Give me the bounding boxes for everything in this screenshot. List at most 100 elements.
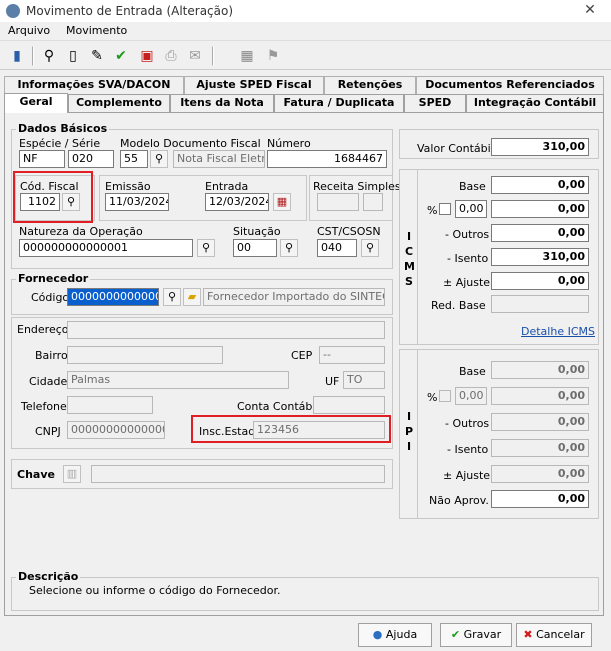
uf-label: UF [325, 375, 340, 388]
edit-icon[interactable]: ✎ [86, 45, 108, 67]
icms-base-input[interactable]: 0,00 [491, 176, 589, 194]
ipi-title: I P I [404, 409, 414, 454]
especie-input[interactable]: NF [19, 150, 65, 168]
menu-arquivo[interactable]: Arquivo [8, 24, 50, 37]
cst-search-icon[interactable]: ⚲ [361, 239, 379, 257]
barcode-icon: ▥ [63, 465, 81, 483]
tab-geral[interactable]: Geral [4, 93, 68, 113]
print-icon[interactable]: ⎙ [160, 45, 182, 67]
cidade-label: Cidade [29, 375, 68, 388]
icms-outros-input[interactable]: 0,00 [491, 224, 589, 242]
fornecedor-codigo-input[interactable]: 00000000000000 [67, 288, 159, 306]
tab-retencoes[interactable]: Retenções [324, 76, 416, 94]
tools-icon[interactable]: ⚑ [262, 45, 284, 67]
icms-isento-input[interactable]: 310,00 [491, 248, 589, 266]
modelo-label: Modelo Documento Fiscal [120, 137, 261, 150]
delete-icon[interactable]: ▣ [136, 45, 158, 67]
cst-label: CST/CSOSN [317, 225, 381, 238]
tab-informacoes-sva[interactable]: Informações SVA/DACON [4, 76, 184, 94]
fornecedor-nome: Fornecedor Importado do SINTEGRA [203, 288, 385, 306]
emissao-input[interactable]: 11/03/2024 [105, 193, 169, 211]
valor-contabil-input[interactable]: 310,00 [491, 138, 589, 156]
calendar-icon[interactable]: ▦ [273, 193, 291, 211]
telefone-input [67, 396, 153, 414]
icms-title-letter: I [406, 230, 412, 243]
natureza-input[interactable]: 000000000000001 [19, 239, 193, 257]
icms-title-letter: M [404, 260, 415, 273]
insc-estadual-highlight [191, 415, 391, 443]
tab-ajuste-sped[interactable]: Ajuste SPED Fiscal [184, 76, 324, 94]
geral-panel: Dados Básicos Espécie / Série NF 020 Mod… [4, 112, 604, 616]
especie-serie-label: Espécie / Série [19, 137, 101, 150]
serie-input[interactable]: 020 [68, 150, 114, 168]
icms-title: I C M S [404, 229, 415, 289]
situacao-search-icon[interactable]: ⚲ [280, 239, 298, 257]
tab-fatura-duplicata[interactable]: Fatura / Duplicata [274, 94, 404, 112]
menu-movimento[interactable]: Movimento [66, 24, 127, 37]
fornecedor-legend: Fornecedor [16, 272, 91, 285]
chave-input [91, 465, 385, 483]
icms-pct-checkbox[interactable] [439, 203, 451, 215]
situacao-input[interactable]: 00 [233, 239, 277, 257]
ipi-ajuste-input: 0,00 [491, 465, 589, 483]
ipi-title-letter: I [406, 410, 412, 423]
ipi-ajuste-label: ± Ajuste [443, 469, 491, 482]
fornecedor-search-icon[interactable]: ⚲ [163, 288, 181, 306]
icms-ajuste-label: ± Ajuste [443, 276, 491, 289]
ipi-isento-input: 0,00 [491, 439, 589, 457]
icms-isento-label: - Isento [447, 252, 489, 265]
close-icon[interactable]: ✕ [580, 2, 600, 20]
tab-itens-da-nota[interactable]: Itens da Nota [170, 94, 274, 112]
tab-sped[interactable]: SPED [404, 94, 466, 112]
ipi-divider [417, 349, 418, 519]
detalhe-icms-link[interactable]: Detalhe ICMS [521, 325, 595, 338]
ipi-outros-input: 0,00 [491, 413, 589, 431]
ipi-pct-label: % [427, 391, 438, 404]
calculator-icon[interactable]: ▦ [236, 45, 258, 67]
confirm-icon[interactable]: ✔ [110, 45, 132, 67]
endereco-input [67, 321, 385, 339]
toolbar: ▮ ⚲ ▯ ✎ ✔ ▣ ⎙ ✉ ▦ ⚑ [0, 40, 611, 70]
exit-icon[interactable]: ▮ [6, 45, 28, 67]
natureza-search-icon[interactable]: ⚲ [197, 239, 215, 257]
telefone-label: Telefone [21, 400, 67, 413]
new-document-icon[interactable]: ▯ [62, 45, 84, 67]
codigo-label: Código [31, 291, 70, 304]
mail-icon[interactable]: ✉ [184, 45, 206, 67]
icms-ajuste-input[interactable]: 0,00 [491, 272, 589, 290]
ajuda-button-label: Ajuda [385, 628, 418, 641]
modelo-description: Nota Fiscal Eletrôn [173, 150, 265, 168]
separator [32, 46, 34, 66]
icms-pct-input[interactable]: 0,00 [455, 200, 487, 218]
cancelar-button[interactable]: ✖ Cancelar [516, 623, 592, 647]
modelo-input[interactable]: 55 [120, 150, 148, 168]
app-icon [6, 4, 20, 18]
ipi-naoaprov-input[interactable]: 0,00 [491, 490, 589, 508]
tab-complemento[interactable]: Complemento [68, 94, 170, 112]
icms-base-label: Base [459, 180, 486, 193]
cancelar-button-label: Cancelar [536, 628, 585, 641]
tab-integracao-contabil[interactable]: Integração Contábil [466, 94, 604, 112]
ipi-pct-checkbox [439, 390, 451, 402]
ajuda-button[interactable]: ● Ajuda [358, 623, 432, 647]
cidade-input: Palmas [67, 371, 289, 389]
ipi-pct-value: 0,00 [491, 387, 589, 405]
help-icon: ● [372, 628, 383, 641]
cep-label: CEP [291, 349, 313, 362]
cst-input[interactable]: 040 [317, 239, 357, 257]
search-icon[interactable]: ⚲ [38, 45, 60, 67]
modelo-search-icon[interactable]: ⚲ [150, 150, 168, 168]
ipi-title-letter: I [406, 440, 412, 453]
icms-pct-value[interactable]: 0,00 [491, 200, 589, 218]
tab-documentos-referenciados[interactable]: Documentos Referenciados [416, 76, 604, 94]
numero-input[interactable]: 1684467 [267, 150, 387, 168]
window-title: Movimento de Entrada (Alteração) [26, 4, 234, 18]
entrada-input[interactable]: 12/03/2024 [205, 193, 269, 211]
icms-redbase-label: Red. Base [431, 299, 486, 312]
entrada-label: Entrada [205, 180, 249, 193]
gravar-button[interactable]: ✔ Gravar [440, 623, 512, 647]
menu-bar: Arquivo Movimento [0, 22, 611, 40]
ipi-base-input: 0,00 [491, 361, 589, 379]
cnpj-label: CNPJ [35, 425, 61, 438]
folder-icon[interactable]: ▰ [183, 288, 201, 306]
